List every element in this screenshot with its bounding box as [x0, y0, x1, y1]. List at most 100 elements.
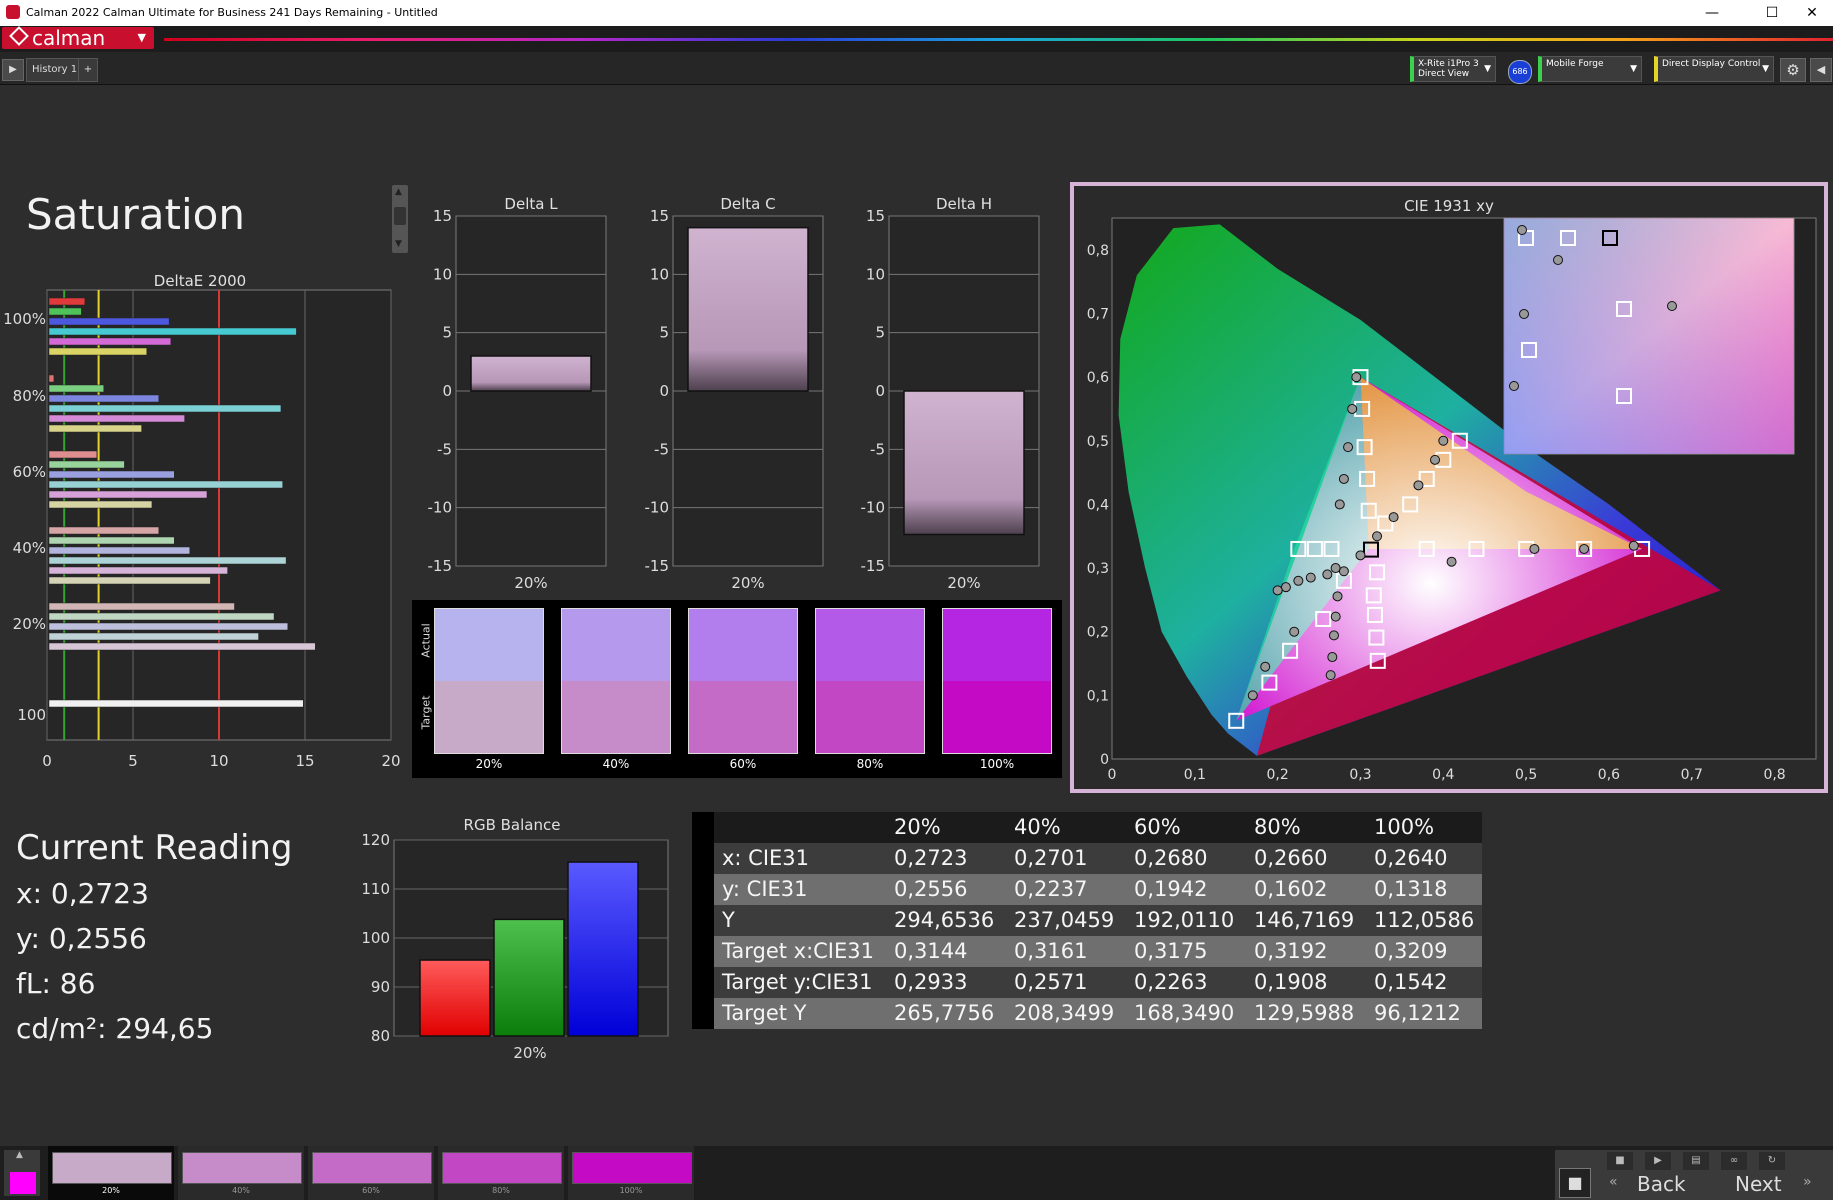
play-icon[interactable]: ▶	[2, 59, 24, 81]
refresh-icon[interactable]: ↻	[1759, 1152, 1785, 1170]
source-selector[interactable]: Mobile Forge ▼	[1538, 56, 1642, 82]
display-selector[interactable]: Direct Display Control ▼	[1654, 56, 1774, 82]
delta_l-ytick: 5	[442, 324, 452, 342]
table-header: 20% 40% 60% 80% 100%	[692, 812, 1482, 843]
table-cell: 96,1212	[1374, 1001, 1461, 1025]
gear-icon[interactable]: ⚙	[1780, 58, 1806, 82]
filmstrip-item-40%[interactable]: 40%	[178, 1146, 304, 1200]
deltae-xtick: 20	[381, 752, 400, 770]
table-row: x: CIE31 0,2723 0,2701 0,2680 0,2660 0,2640	[692, 843, 1482, 874]
table-cell: 100%	[1374, 815, 1435, 839]
table-cell: 0,2723	[894, 846, 968, 870]
scroll-up-icon[interactable]: ▲	[395, 187, 402, 197]
collapse-panel-icon[interactable]: ◀	[1810, 58, 1832, 82]
next-button[interactable]: Next »	[1715, 1172, 1827, 1198]
filmstrip-item-80%[interactable]: 80%	[438, 1146, 564, 1200]
rgb-ytick: 110	[361, 880, 390, 898]
meter-selector[interactable]: X-Rite i1Pro 3 Direct View ▼	[1410, 56, 1496, 82]
meter-badge[interactable]: 686	[1508, 60, 1532, 84]
filmstrip-item-60%[interactable]: 60%	[308, 1146, 434, 1200]
deltae-plot: 0 5 10 15 20 100% 80% 60% 40% 20% 100	[3, 289, 401, 770]
deltae-bar	[48, 394, 160, 403]
table-cell: 192,0110	[1134, 908, 1235, 932]
app-icon	[6, 5, 20, 19]
cie-xtick: 0,6	[1598, 767, 1620, 783]
cie-xtick: 0,1	[1184, 767, 1206, 783]
deltae-bar	[48, 317, 170, 326]
filmstrip-label: 20%	[102, 1186, 120, 1195]
table-cell: 0,3175	[1134, 939, 1208, 963]
deltae-xtick: 0	[42, 752, 52, 770]
filmstrip-label: 60%	[362, 1186, 380, 1195]
table-cell: 237,0459	[1014, 908, 1115, 932]
table-cell: 0,1908	[1254, 970, 1328, 994]
delta_l-ytick: -5	[437, 440, 452, 458]
filmstrip-item-20%[interactable]: 20%	[48, 1146, 174, 1200]
minimize-button[interactable]: —	[1690, 2, 1734, 24]
swatch-label: 40%	[602, 757, 630, 771]
cie-measured-marker	[1628, 540, 1639, 551]
table-cell: 168,3490	[1134, 1001, 1235, 1025]
tab-history-1[interactable]: History 1	[26, 58, 84, 82]
bottom-bar: ▲ 20% 40% 60% 80% 100% ■ ■ ▶ ▤ ∞ ↻ « Back Ne…	[0, 1146, 1833, 1200]
swatch-target	[689, 681, 797, 753]
delta_l-ytick: 10	[433, 265, 452, 283]
rgb-ytick: 100	[361, 929, 390, 947]
cie-measured-marker	[1438, 435, 1449, 446]
record-stop-icon[interactable]: ■	[1607, 1152, 1633, 1170]
deltae-ylabel: 40%	[13, 539, 46, 557]
rgb-bar-r	[419, 959, 491, 1037]
calman-menu-button[interactable]: calman ▼	[2, 26, 154, 49]
cie-measured-marker	[1327, 652, 1338, 663]
delta-lch-charts: Delta L 15 10 5 0 -5 -10 -15 20% Delta C 15 10 5 0 -5…	[428, 195, 1040, 590]
table-cell: 0,2237	[1014, 877, 1088, 901]
brand-rainbow-line	[164, 38, 1833, 41]
swatch-actual	[435, 609, 543, 681]
deltae-ylabel: 60%	[13, 463, 46, 481]
table-cell: 0,2556	[894, 877, 968, 901]
table-cell: 0,2933	[894, 970, 968, 994]
cie-ytick: 0,2	[1087, 625, 1109, 641]
filmstrip-swatch	[182, 1152, 302, 1184]
chevron-down-icon: ▼	[1484, 64, 1491, 74]
deltae-bar	[48, 566, 228, 575]
maximize-button[interactable]: ☐	[1750, 2, 1794, 24]
delta_h-ytick: -15	[861, 557, 886, 575]
table-row-label: y: CIE31	[722, 877, 808, 901]
delta_c-ytick: 15	[650, 207, 669, 225]
window-titlebar: Calman 2022 Calman Ultimate for Business…	[0, 0, 1833, 26]
scroll-thumb[interactable]	[394, 207, 406, 225]
table-cell: 0,2660	[1254, 846, 1328, 870]
delta_h-bar	[903, 390, 1025, 536]
deltae-bar	[48, 536, 175, 545]
play-button-icon[interactable]: ▶	[1645, 1152, 1671, 1170]
table-cell: 0,2701	[1014, 846, 1088, 870]
cie-xtick: 0	[1108, 767, 1117, 783]
deltae-bar	[48, 602, 235, 611]
table-row: y: CIE31 0,2556 0,2237 0,1942 0,1602 0,1318	[692, 874, 1482, 905]
back-button[interactable]: « Back	[1605, 1172, 1705, 1198]
panel-scroller[interactable]: ▲ ▼	[392, 185, 408, 253]
table-row-marker	[692, 936, 714, 967]
close-button[interactable]: ✕	[1790, 2, 1833, 24]
add-tab-button[interactable]: +	[78, 58, 98, 82]
scroll-down-icon[interactable]: ▼	[395, 239, 402, 249]
swatch-actual	[689, 609, 797, 681]
cie-measured-marker	[1343, 442, 1354, 453]
save-icon[interactable]: ▤	[1683, 1152, 1709, 1170]
cie-xtick: 0,2	[1267, 767, 1289, 783]
table-row-marker	[692, 874, 714, 905]
delta-l-chart: Delta L 15 10 5 0 -5 -10 -15 20%	[428, 195, 607, 590]
cie-inset-measured	[1667, 301, 1677, 311]
rgb-balance-chart: RGB Balance 120 110 100 90 80 20%	[361, 816, 669, 1062]
filmstrip-item-100%[interactable]: 100%	[568, 1146, 694, 1200]
loop-icon[interactable]: ∞	[1721, 1152, 1747, 1170]
table-row-marker	[692, 998, 714, 1029]
rgb-plot: 120 110 100 90 80 20%	[361, 831, 669, 1062]
table-cell: 208,3499	[1014, 1001, 1115, 1025]
table-cell: 294,6536	[894, 908, 995, 932]
table-cell: 0,3209	[1374, 939, 1448, 963]
stop-button[interactable]: ■	[1559, 1168, 1591, 1198]
deltae-bar	[48, 699, 304, 708]
cie-ytick: 0,3	[1087, 561, 1109, 577]
